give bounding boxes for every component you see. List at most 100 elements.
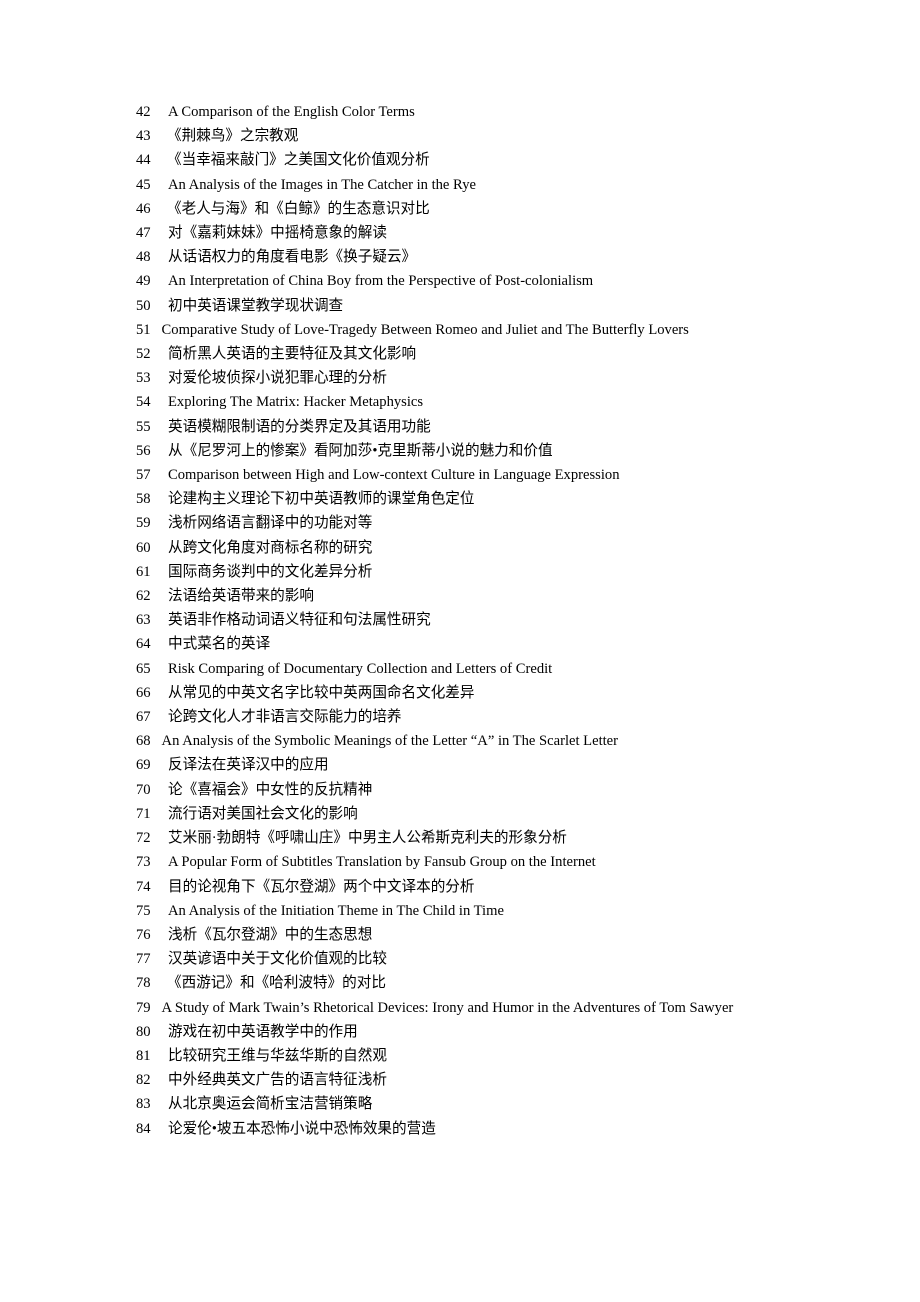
entry-title: 《西游记》和《哈利波特》的对比 — [167, 975, 386, 992]
list-item: 49 An Interpretation of China Boy from th… — [136, 269, 780, 293]
entry-title: 国际商务谈判中的文化差异分析 — [168, 563, 373, 580]
list-item: 51 Comparative Study of Love-Tragedy Bet… — [136, 318, 780, 342]
entry-number: 57 — [136, 467, 151, 484]
entry-title: 汉英谚语中关于文化价值观的比较 — [168, 951, 387, 968]
list-item: 77 汉英谚语中关于文化价值观的比较 — [136, 947, 780, 971]
list-item: 60 从跨文化角度对商标名称的研究 — [136, 536, 780, 560]
entry-number: 75 — [136, 902, 151, 919]
entry-number: 76 — [136, 926, 151, 943]
entry-title: An Analysis of the Symbolic Meanings of … — [161, 733, 619, 750]
entry-number: 64 — [136, 636, 151, 653]
entry-title: A Study of Mark Twain’s Rhetorical Devic… — [161, 999, 734, 1016]
entry-title: 英语模糊限制语的分类界定及其语用功能 — [168, 418, 431, 435]
entry-title: 中外经典英文广告的语言特征浅析 — [168, 1072, 387, 1089]
entry-number: 48 — [136, 249, 151, 266]
list-item: 56 从《尼罗河上的惨案》看阿加莎•克里斯蒂小说的魅力和价值 — [136, 439, 780, 463]
list-item: 61 国际商务谈判中的文化差异分析 — [136, 560, 780, 584]
entry-title: 初中英语课堂教学现状调查 — [168, 297, 344, 314]
list-item: 53 对爱伦坡侦探小说犯罪心理的分析 — [136, 366, 780, 390]
list-item: 57 Comparison between High and Low-contex… — [136, 463, 780, 487]
entry-number: 74 — [136, 878, 151, 895]
entry-number: 77 — [136, 951, 151, 968]
list-item: 81 比较研究王维与华兹华斯的自然观 — [136, 1044, 780, 1068]
entry-number: 56 — [136, 442, 151, 459]
entry-number: 46 — [136, 200, 151, 217]
entry-title: 论爱伦•坡五本恐怖小说中恐怖效果的营造 — [168, 1120, 436, 1137]
list-item: 71 流行语对美国社会文化的影响 — [136, 802, 780, 826]
entry-number: 79 — [136, 999, 151, 1016]
entry-title: A Comparison of the English Color Terms — [168, 104, 415, 120]
list-item: 64 中式菜名的英译 — [136, 632, 780, 656]
entry-number: 83 — [136, 1096, 151, 1113]
entry-title: 论建构主义理论下初中英语教师的课堂角色定位 — [168, 491, 475, 508]
entry-title: 从《尼罗河上的惨案》看阿加莎•克里斯蒂小说的魅力和价值 — [168, 442, 553, 459]
list-item: 44 《当幸福来敲门》之美国文化价值观分析 — [136, 148, 780, 172]
list-item: 66 从常见的中英文名字比较中英两国命名文化差异 — [136, 681, 780, 705]
entry-title: Risk Comparing of Documentary Collection… — [168, 660, 553, 677]
entry-number: 47 — [136, 225, 151, 242]
entry-number: 67 — [136, 709, 151, 726]
entry-number: 73 — [136, 854, 151, 871]
entry-number: 52 — [136, 346, 151, 363]
list-item: 58 论建构主义理论下初中英语教师的课堂角色定位 — [136, 487, 780, 511]
entry-number: 58 — [136, 491, 151, 508]
list-item: 82 中外经典英文广告的语言特征浅析 — [136, 1068, 780, 1092]
list-item: 72 艾米丽·勃朗特《呼啸山庄》中男主人公希斯克利夫的形象分析 — [136, 826, 780, 850]
list-item: 70 论《喜福会》中女性的反抗精神 — [136, 778, 780, 802]
entry-number: 65 — [136, 660, 151, 677]
entry-number: 80 — [136, 1023, 151, 1040]
entry-title: An Interpretation of China Boy from the … — [168, 273, 594, 290]
entry-title: 《当幸福来敲门》之美国文化价值观分析 — [167, 152, 430, 169]
list-item: 48 从话语权力的角度看电影《换子疑云》 — [136, 245, 780, 269]
entry-title: 从话语权力的角度看电影《换子疑云》 — [168, 249, 417, 266]
entry-number: 42 — [136, 104, 151, 120]
list-item: 55 英语模糊限制语的分类界定及其语用功能 — [136, 415, 780, 439]
entry-number: 59 — [136, 515, 151, 532]
entry-number: 70 — [136, 781, 151, 798]
entry-number: 50 — [136, 297, 151, 314]
entry-number: 54 — [136, 394, 151, 411]
entry-number: 72 — [136, 830, 151, 847]
list-item: 83 从北京奥运会简析宝洁营销策略 — [136, 1092, 780, 1116]
entry-number: 69 — [136, 757, 151, 774]
entry-number: 84 — [136, 1120, 151, 1137]
entry-number: 71 — [136, 805, 151, 822]
list-item: 63 英语非作格动词语义特征和句法属性研究 — [136, 608, 780, 632]
entry-title: 从常见的中英文名字比较中英两国命名文化差异 — [168, 684, 475, 701]
list-item: 84 论爱伦•坡五本恐怖小说中恐怖效果的营造 — [136, 1117, 780, 1141]
entry-number: 81 — [136, 1047, 151, 1064]
list-item: 43 《荆棘鸟》之宗教观 — [136, 124, 780, 148]
entry-number: 51 — [136, 321, 151, 338]
entry-title: 从北京奥运会简析宝洁营销策略 — [168, 1096, 373, 1113]
list-item: 42 A Comparison of the English Color Term… — [136, 100, 780, 124]
entry-title: 浅析《瓦尔登湖》中的生态思想 — [168, 926, 373, 943]
entry-title: 论跨文化人才非语言交际能力的培养 — [168, 709, 402, 726]
entry-number: 68 — [136, 733, 151, 750]
entry-title: 中式菜名的英译 — [168, 636, 271, 653]
list-item: 74 目的论视角下《瓦尔登湖》两个中文译本的分析 — [136, 875, 780, 899]
list-item: 65 Risk Comparing of Documentary Collecti… — [136, 657, 780, 681]
list-item: 45 An Analysis of the Images in The Catch… — [136, 173, 780, 197]
list-item: 67 论跨文化人才非语言交际能力的培养 — [136, 705, 780, 729]
entry-number: 61 — [136, 563, 151, 580]
entry-number: 63 — [136, 612, 151, 629]
entry-title: 《荆棘鸟》之宗教观 — [167, 128, 299, 145]
list-item: 69 反译法在英译汉中的应用 — [136, 753, 780, 777]
entry-title: 简析黑人英语的主要特征及其文化影响 — [168, 346, 417, 363]
entry-number: 53 — [136, 370, 151, 387]
entry-title: 从跨文化角度对商标名称的研究 — [168, 539, 373, 556]
entry-number: 55 — [136, 418, 151, 435]
entry-title: 流行语对美国社会文化的影响 — [168, 805, 358, 822]
list-item: 76 浅析《瓦尔登湖》中的生态思想 — [136, 923, 780, 947]
entry-title: Exploring The Matrix: Hacker Metaphysics — [168, 394, 424, 411]
entry-number: 66 — [136, 684, 151, 701]
entry-title: Comparative Study of Love-Tragedy Betwee… — [161, 321, 689, 338]
list-item: 54 Exploring The Matrix: Hacker Metaphysi… — [136, 390, 780, 414]
list-item: 50 初中英语课堂教学现状调查 — [136, 294, 780, 318]
entry-number: 82 — [136, 1072, 151, 1089]
entry-title: 对爱伦坡侦探小说犯罪心理的分析 — [168, 370, 387, 387]
entry-title: An Analysis of the Images in The Catcher… — [168, 176, 476, 193]
entry-title: 游戏在初中英语教学中的作用 — [168, 1023, 358, 1040]
list-item: 79 A Study of Mark Twain’s Rhetorical De… — [136, 996, 780, 1020]
list-item: 47 对《嘉莉妹妹》中摇椅意象的解读 — [136, 221, 780, 245]
